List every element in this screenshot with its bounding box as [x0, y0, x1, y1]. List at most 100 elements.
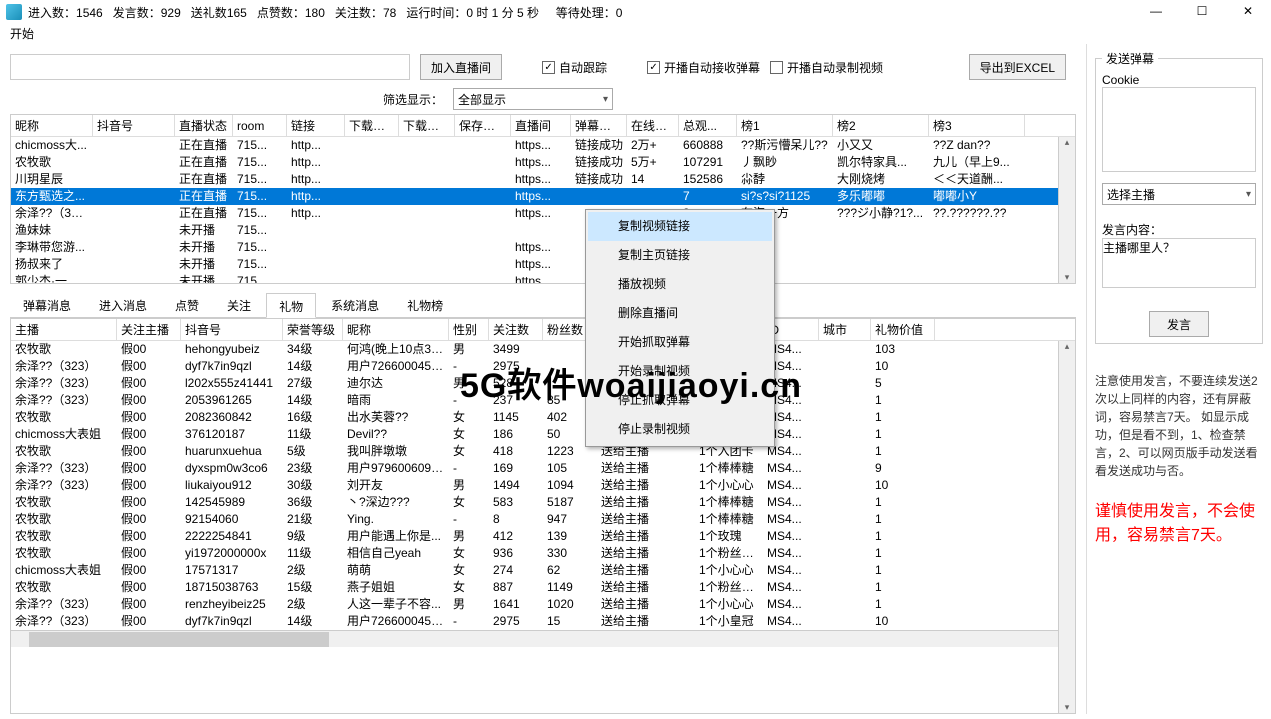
table-row[interactable]: 余泽??（323）假00renzheyibeiz252级人这一辈子不容...男1…: [11, 596, 1075, 613]
column-header[interactable]: 下载大小: [399, 115, 455, 136]
table-row[interactable]: chicmoss大表姐假00175713172级萌萌女27462送给主播1个小心…: [11, 562, 1075, 579]
table-row[interactable]: chicmoss大...正在直播715...http...https...链接成…: [11, 137, 1075, 154]
column-header[interactable]: 关注数: [489, 319, 543, 340]
tab[interactable]: 系统消息: [318, 292, 392, 317]
context-menu-item[interactable]: 播放视频: [588, 270, 772, 299]
auto-record-checkbox[interactable]: 开播自动录制视频: [770, 59, 883, 76]
table-row[interactable]: 农牧歌正在直播715...http...https...链接成功5万+10729…: [11, 154, 1075, 171]
context-menu-item[interactable]: 开始抓取弹幕: [588, 328, 772, 357]
scrollbar-vertical[interactable]: [1058, 137, 1075, 283]
table-row[interactable]: 农牧歌假009215406021级Ying.-8947送给主播1个棒棒糖MS4.…: [11, 511, 1075, 528]
rooms-grid-header: 昵称抖音号直播状态room链接下载状态下载大小保存路径直播间弹幕状态在线人数总观…: [11, 115, 1075, 137]
table-row[interactable]: 渔妹妹未开播715...: [11, 222, 1075, 239]
scrollbar-vertical[interactable]: [1058, 341, 1075, 713]
room-url-input[interactable]: [10, 54, 410, 80]
table-row[interactable]: 余泽??（323）假00l202x555z4144127级迪尔达男528MS4.…: [11, 375, 1075, 392]
column-header[interactable]: 榜2: [833, 115, 929, 136]
table-row[interactable]: 余泽??（323）假00dyf7k7in9qzl14级用户72660004540…: [11, 358, 1075, 375]
add-room-button[interactable]: 加入直播间: [420, 54, 502, 80]
column-header[interactable]: 性别: [449, 319, 489, 340]
context-menu-item[interactable]: 删除直播间: [588, 299, 772, 328]
notice-text: 注意使用发言，不要连续发送2次以上同样的内容，还有屏蔽词，容易禁言7天。 如显示…: [1095, 372, 1263, 480]
table-row[interactable]: 扬叔来了未开播715...https...: [11, 256, 1075, 273]
window-maximize[interactable]: ☐: [1179, 0, 1225, 24]
table-row[interactable]: 农牧歌假00huarunxuehua5级我叫胖墩墩女4181223送给主播1个入…: [11, 443, 1075, 460]
column-header[interactable]: 抖音号: [181, 319, 283, 340]
column-header[interactable]: 城市: [819, 319, 871, 340]
column-header[interactable]: 关注主播: [117, 319, 181, 340]
column-header[interactable]: 榜1: [737, 115, 833, 136]
side-panel: 发送弹幕 Cookie 选择主播▾ 发言内容： 发言 注意使用发言，不要连续发送…: [1086, 44, 1271, 714]
column-header[interactable]: 保存路径: [455, 115, 511, 136]
tab[interactable]: 礼物榜: [394, 292, 456, 317]
table-row[interactable]: 农牧歌假001871503876315级燕子姐姐女8871149送给主播1个粉丝…: [11, 579, 1075, 596]
scrollbar-horizontal[interactable]: [11, 630, 1075, 647]
send-danmu-group: 发送弹幕 Cookie 选择主播▾ 发言内容： 发言: [1095, 50, 1263, 344]
table-row[interactable]: 李琳带您游...未开播715...https...: [11, 239, 1075, 256]
column-header[interactable]: 链接: [287, 115, 345, 136]
column-header[interactable]: 直播状态: [175, 115, 233, 136]
column-header[interactable]: 直播间: [511, 115, 571, 136]
table-row[interactable]: 余泽??（323）假00dyxspm0w3co623级用户97960060969…: [11, 460, 1075, 477]
send-danmu-legend: 发送弹幕: [1102, 50, 1158, 67]
speak-button[interactable]: 发言: [1149, 311, 1209, 337]
auto-receive-danmu-checkbox[interactable]: ✓开播自动接收弹幕: [647, 59, 760, 76]
tab[interactable]: 弹幕消息: [10, 292, 84, 317]
context-menu-item[interactable]: 复制视频链接: [588, 212, 772, 241]
top-toolbar: 加入直播间 ✓自动跟踪 ✓开播自动接收弹幕 开播自动录制视频 导出到EXCEL: [10, 50, 1086, 84]
column-header[interactable]: 弹幕状态: [571, 115, 627, 136]
column-header[interactable]: 昵称: [343, 319, 449, 340]
table-row[interactable]: 余泽??（323）正在直播715...http...https...3在海一方?…: [11, 205, 1075, 222]
context-menu-item[interactable]: 复制主页链接: [588, 241, 772, 270]
tab[interactable]: 礼物: [266, 293, 316, 318]
table-row[interactable]: chicmoss大表姐假0037612018711级Devil??女18650送…: [11, 426, 1075, 443]
column-header[interactable]: 下载状态: [345, 115, 399, 136]
cookie-textarea[interactable]: [1102, 87, 1256, 172]
table-row[interactable]: 川玥星辰正在直播715...http...https...链接成功1415258…: [11, 171, 1075, 188]
table-row[interactable]: 余泽??（323）假00205396126514级暗雨-23785送给主播1个小…: [11, 392, 1075, 409]
table-row[interactable]: 农牧歌假00hehongyubeiz34级何鸿(晚上10点36...男3499票…: [11, 341, 1075, 358]
column-header[interactable]: 昵称: [11, 115, 93, 136]
column-header[interactable]: 荣誉等级: [283, 319, 343, 340]
window-close[interactable]: ✕: [1225, 0, 1271, 24]
window-minimize[interactable]: —: [1133, 0, 1179, 24]
menu-bar: 开始: [0, 24, 1271, 44]
cookie-label: Cookie: [1102, 73, 1256, 87]
context-menu-item[interactable]: 开始录制视频: [588, 357, 772, 386]
auto-follow-checkbox[interactable]: ✓自动跟踪: [542, 59, 607, 76]
speak-content-label: 发言内容：: [1102, 221, 1256, 238]
title-text: 进入数：1546 发言数：929 送礼数165 点赞数：180 关注数：78 运…: [28, 4, 1133, 21]
column-header[interactable]: 在线人数: [627, 115, 679, 136]
table-row[interactable]: 农牧歌假0014254598936级丶?深边???女5835187送给主播1个棒…: [11, 494, 1075, 511]
column-header[interactable]: 总观...: [679, 115, 737, 136]
tab[interactable]: 点赞: [162, 292, 212, 317]
table-row[interactable]: 余泽??（323）假00liukaiyou91230级刘开友男14941094送…: [11, 477, 1075, 494]
tab[interactable]: 关注: [214, 292, 264, 317]
table-row[interactable]: 农牧歌假00yi1972000000x11级相信自己yeah女936330送给主…: [11, 545, 1075, 562]
filter-row: 筛选显示： 全部显示▾: [10, 84, 1086, 114]
table-row[interactable]: 农牧歌假00208236084216级出水芙蓉??女1145402送给主播1个小…: [11, 409, 1075, 426]
filter-label: 筛选显示：: [383, 91, 443, 108]
column-header[interactable]: 榜3: [929, 115, 1025, 136]
gifts-grid[interactable]: 主播关注主播抖音号荣誉等级昵称性别关注数粉丝数礼物数量ID城市礼物价值 农牧歌假…: [10, 318, 1076, 714]
table-row[interactable]: 余泽??（323）假00dyf7k7in9qzl14级用户72660004540…: [11, 613, 1075, 630]
warning-text: 谨慎使用发言，不会使用，容易禁言7天。: [1095, 500, 1263, 548]
menu-start[interactable]: 开始: [10, 27, 34, 41]
anchor-select[interactable]: 选择主播▾: [1102, 183, 1256, 205]
tab[interactable]: 进入消息: [86, 292, 160, 317]
speak-content-textarea[interactable]: [1102, 238, 1256, 288]
rooms-grid[interactable]: 昵称抖音号直播状态room链接下载状态下载大小保存路径直播间弹幕状态在线人数总观…: [10, 114, 1076, 284]
table-row[interactable]: 东方甄选之...正在直播715...http...https...7si?s?s…: [11, 188, 1075, 205]
context-menu-item[interactable]: 停止抓取弹幕: [588, 386, 772, 415]
filter-select[interactable]: 全部显示▾: [453, 88, 613, 110]
context-menu[interactable]: 复制视频链接复制主页链接播放视频删除直播间开始抓取弹幕开始录制视频停止抓取弹幕停…: [585, 209, 775, 447]
column-header[interactable]: 抖音号: [93, 115, 175, 136]
chevron-down-icon: ▾: [603, 94, 608, 105]
column-header[interactable]: room: [233, 115, 287, 136]
column-header[interactable]: 主播: [11, 319, 117, 340]
column-header[interactable]: 礼物价值: [871, 319, 935, 340]
table-row[interactable]: 农牧歌假0022222548419级用户能遇上你是...男412139送给主播1…: [11, 528, 1075, 545]
context-menu-item[interactable]: 停止录制视频: [588, 415, 772, 444]
export-excel-button[interactable]: 导出到EXCEL: [969, 54, 1066, 80]
table-row[interactable]: 郭少杰·一...未开播715...https...: [11, 273, 1075, 284]
